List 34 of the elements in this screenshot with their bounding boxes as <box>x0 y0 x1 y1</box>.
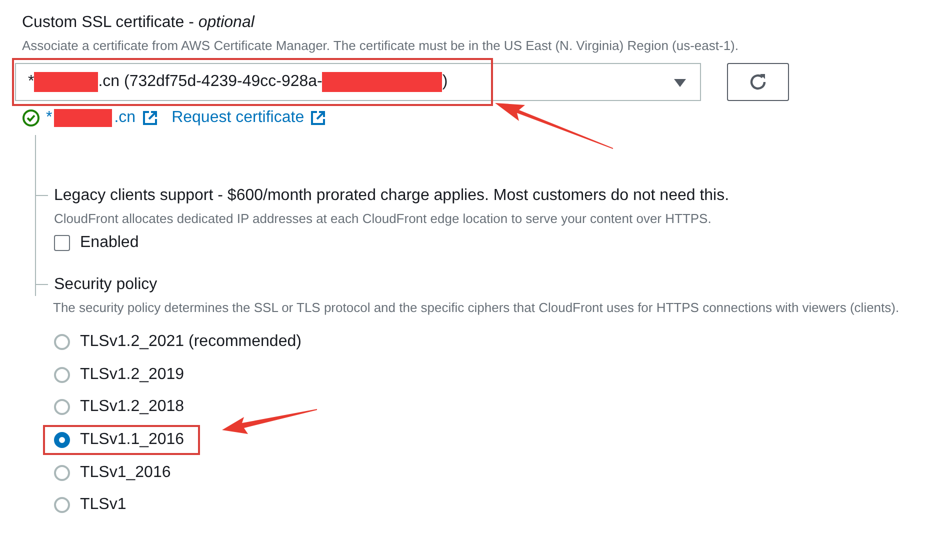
option-label: TLSv1.2_2019 <box>80 366 184 384</box>
success-icon <box>22 109 40 127</box>
caret-icon <box>674 79 686 87</box>
option-label: TLSv1 <box>80 496 126 514</box>
select-value: .cn (732df75d-4239-49cc-928a- <box>98 73 322 91</box>
select-value: ) <box>442 73 448 91</box>
field-label: Custom SSL certificate - optional <box>22 13 256 33</box>
field-description: Associate a certificate from AWS Certificate Manager. The certificate must be in the US East (N. Virginia) Region (us-east-1). <box>22 37 740 55</box>
option-label: TLSv1.2_2021 (recommended) <box>80 333 302 352</box>
option-label: TLSv1.1_2016 <box>80 431 184 450</box>
request-certificate-link[interactable]: Request certificate <box>172 109 304 127</box>
checkbox[interactable] <box>54 235 70 251</box>
option-label: TLSv1_2016 <box>80 464 171 482</box>
radio-button[interactable] <box>54 497 70 514</box>
section-description: CloudFront allocates dedicated IP addresses at each CloudFront edge location to serve your content over HTTPS. <box>54 210 712 228</box>
section-title: Legacy clients support - $600/month prorated charge applies. Most customers do not need this. <box>54 186 730 206</box>
external-link-icon <box>310 110 326 126</box>
redaction-bar <box>54 109 112 127</box>
radio-button[interactable] <box>54 432 70 448</box>
domain-text: .cn <box>114 109 136 127</box>
select-value: * <box>28 73 34 91</box>
section-description: The security policy determines the SSL or TLS protocol and the specific ciphers that CloudFront uses for HTTPS connections with viewers (clients). <box>53 299 900 317</box>
radio-button[interactable] <box>54 399 70 416</box>
redaction-bar <box>34 72 98 92</box>
radio-button[interactable] <box>54 334 70 350</box>
refresh-button[interactable] <box>727 63 789 101</box>
section-title: Security policy <box>54 275 158 295</box>
domain-text: * <box>46 109 52 127</box>
radio-button[interactable] <box>54 464 70 481</box>
external-link-icon <box>142 110 158 126</box>
certificate-select[interactable]: * .cn (732df75d-4239-49cc-928a- ) <box>15 63 701 101</box>
option-label: TLSv1.2_2018 <box>80 398 184 416</box>
checkbox-label: Enabled <box>80 234 139 252</box>
radio-button[interactable] <box>54 366 70 383</box>
